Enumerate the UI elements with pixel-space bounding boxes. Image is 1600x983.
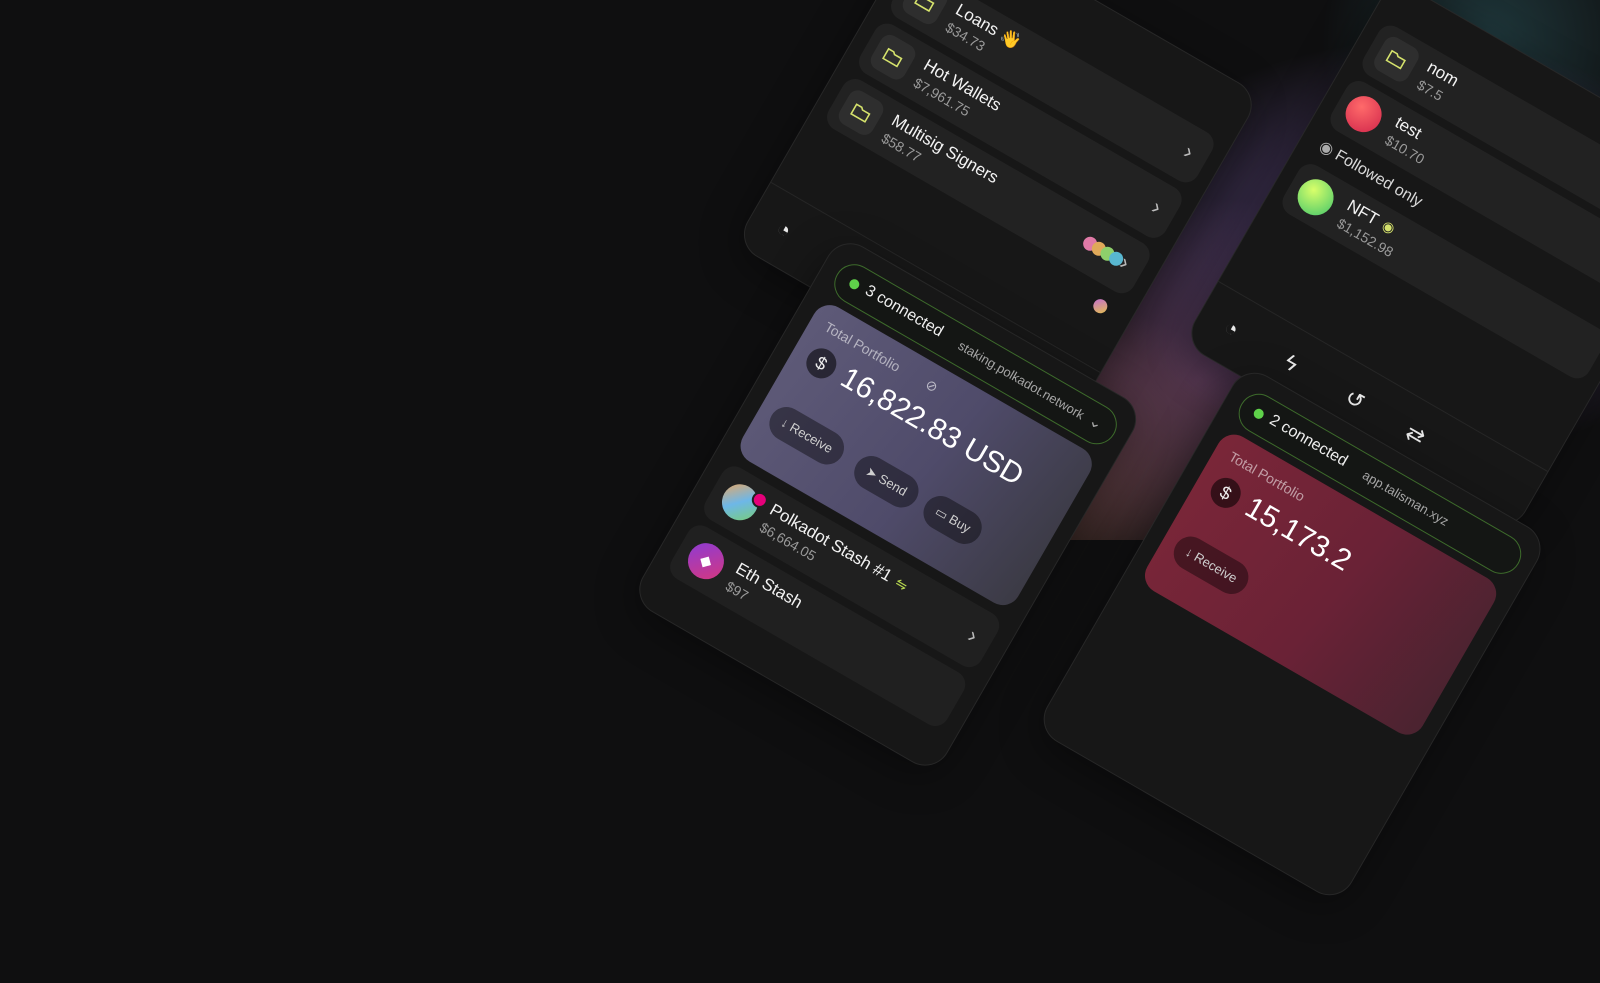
- account-avatar: [1090, 296, 1110, 316]
- folder-icon: [1370, 33, 1423, 86]
- chevron-right-icon: ›: [1179, 138, 1199, 164]
- send-button[interactable]: ➤ Send: [847, 449, 925, 514]
- dollar-icon: $: [1205, 472, 1247, 514]
- pie-chart-icon[interactable]: ◔: [1219, 314, 1243, 342]
- lightning-icon[interactable]: ϟ: [1280, 349, 1303, 376]
- dollar-icon: $: [800, 342, 842, 384]
- folder-icon: [867, 31, 919, 84]
- folder-icon: [835, 86, 887, 139]
- pie-chart-icon[interactable]: ◔: [772, 215, 796, 243]
- chevron-right-icon: ›: [1147, 194, 1167, 220]
- send-label: Send: [875, 470, 910, 499]
- folder-icon: [899, 0, 951, 28]
- buy-button[interactable]: ▭ Buy: [917, 489, 989, 551]
- receive-label: Receive: [1191, 549, 1240, 586]
- chevron-down-icon: ⌄: [1085, 412, 1106, 434]
- chevron-right-icon: ›: [963, 622, 983, 648]
- receive-label: Receive: [787, 419, 836, 457]
- receive-button[interactable]: ↓ Receive: [1167, 530, 1255, 601]
- account-avatar: [1339, 89, 1389, 139]
- receive-button[interactable]: ↓ Receive: [763, 400, 851, 471]
- watch-eye-icon: ◉: [1379, 216, 1399, 237]
- connected-dot: [1251, 406, 1266, 421]
- buy-label: Buy: [946, 511, 974, 536]
- link-icon: ⇋: [892, 574, 911, 594]
- account-avatar: [1291, 172, 1341, 222]
- connected-dot: [847, 277, 862, 292]
- eye-off-icon[interactable]: ⊘: [922, 376, 941, 397]
- history-icon[interactable]: ↺: [1341, 384, 1369, 415]
- swap-arrows-icon[interactable]: ⇄: [1401, 419, 1429, 450]
